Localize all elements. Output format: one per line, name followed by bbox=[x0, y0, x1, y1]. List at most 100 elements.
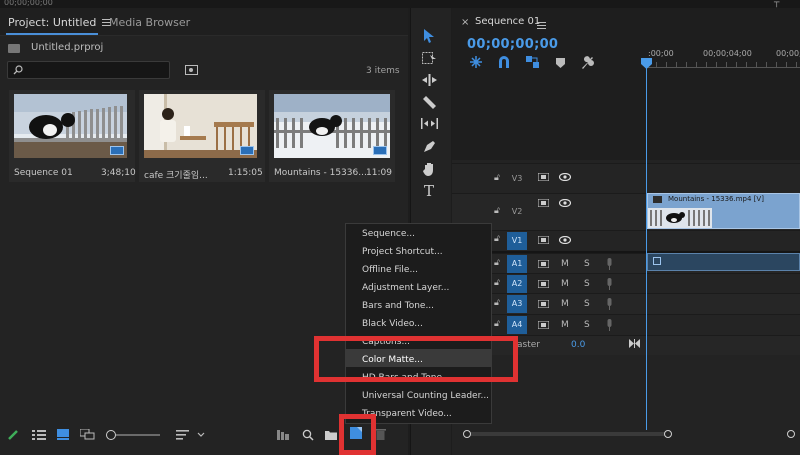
solo-button[interactable]: S bbox=[584, 299, 590, 309]
audio-clip[interactable] bbox=[647, 253, 800, 271]
pencil-icon[interactable] bbox=[8, 429, 19, 440]
microphone-icon[interactable] bbox=[606, 278, 613, 290]
lock-icon[interactable]: 🔓︎ bbox=[494, 319, 500, 329]
playhead-timecode[interactable]: 00;00;00;00 bbox=[467, 37, 558, 52]
slip-tool-icon[interactable] bbox=[421, 118, 438, 129]
track-label-a2[interactable]: A2 bbox=[507, 275, 527, 293]
project-item-sequence[interactable]: Sequence 01 3;48;10 bbox=[9, 90, 136, 182]
menu-item-universal-counting-leader[interactable]: Universal Counting Leader... bbox=[362, 391, 489, 401]
project-item-name: Sequence 01 bbox=[14, 168, 73, 178]
trash-icon[interactable] bbox=[375, 428, 386, 440]
video-clip[interactable]: Mountains - 15336.mp4 [V] bbox=[647, 193, 800, 229]
hand-tool-icon[interactable] bbox=[423, 162, 436, 176]
sync-lock-icon[interactable] bbox=[538, 260, 549, 268]
thumbnail-image bbox=[144, 94, 257, 158]
project-item-duration: 3;48;10 bbox=[101, 168, 136, 178]
mute-button[interactable]: M bbox=[561, 299, 569, 309]
snap-icon[interactable] bbox=[498, 56, 510, 68]
icon-view-icon[interactable] bbox=[57, 429, 69, 440]
timeline-scrollbar[interactable] bbox=[467, 432, 668, 436]
scrollbar-left-handle[interactable] bbox=[463, 430, 471, 438]
track-label-v1[interactable]: V1 bbox=[507, 232, 527, 250]
sync-lock-icon[interactable] bbox=[538, 236, 549, 244]
sync-lock-icon[interactable] bbox=[538, 199, 549, 207]
menu-item-project-shortcut[interactable]: Project Shortcut... bbox=[362, 247, 443, 257]
find-icon[interactable] bbox=[302, 429, 314, 441]
lock-icon[interactable]: 🔓︎ bbox=[494, 258, 500, 268]
timeline-menu-icon[interactable] bbox=[537, 22, 546, 29]
track-label-a1[interactable]: A1 bbox=[507, 255, 527, 273]
eye-icon[interactable] bbox=[559, 173, 571, 181]
razor-tool-icon[interactable] bbox=[423, 96, 436, 109]
tab-sequence[interactable]: Sequence 01 bbox=[475, 16, 540, 27]
lock-icon[interactable]: 🔓︎ bbox=[494, 206, 500, 216]
sync-lock-icon[interactable] bbox=[538, 321, 549, 329]
add-marker-icon[interactable] bbox=[556, 58, 565, 68]
track-row-a2[interactable]: 🔓︎ A2 M S bbox=[452, 273, 800, 293]
track-row-a3[interactable]: 🔓︎ A3 M S bbox=[452, 293, 800, 314]
sync-lock-icon[interactable] bbox=[538, 173, 549, 181]
timeline-header bbox=[452, 8, 800, 160]
track-select-tool-icon[interactable] bbox=[422, 52, 437, 64]
linked-selection-icon[interactable] bbox=[526, 56, 539, 68]
microphone-icon[interactable] bbox=[606, 298, 613, 310]
chevron-down-icon[interactable] bbox=[197, 432, 205, 437]
sort-icon[interactable] bbox=[176, 430, 189, 440]
time-ruler[interactable] bbox=[646, 62, 800, 68]
microphone-icon[interactable] bbox=[606, 319, 613, 331]
solo-button[interactable]: S bbox=[584, 259, 590, 269]
new-search-bin-icon[interactable] bbox=[185, 64, 198, 75]
lock-icon[interactable]: 🔓︎ bbox=[494, 298, 500, 308]
nest-toggle-icon[interactable] bbox=[470, 56, 482, 68]
menu-item-black-video[interactable]: Black Video... bbox=[362, 319, 423, 329]
track-label-a3[interactable]: A3 bbox=[507, 295, 527, 313]
type-tool-icon[interactable]: T bbox=[424, 182, 434, 200]
track-label-a4[interactable]: A4 bbox=[507, 316, 527, 334]
lock-icon[interactable]: 🔓︎ bbox=[494, 278, 500, 288]
top-timecode-strip: 00;00;00;00 bbox=[0, 0, 800, 8]
tab-project[interactable]: Project: Untitled bbox=[8, 16, 112, 29]
mute-button[interactable]: M bbox=[561, 259, 569, 269]
solo-button[interactable]: S bbox=[584, 320, 590, 330]
automate-to-sequence-icon[interactable] bbox=[277, 430, 290, 440]
sync-lock-icon[interactable] bbox=[538, 300, 549, 308]
master-volume-value[interactable]: 0.0 bbox=[571, 340, 585, 350]
pen-tool-icon[interactable] bbox=[423, 140, 436, 153]
selection-tool-icon[interactable] bbox=[423, 29, 435, 43]
project-search-input[interactable] bbox=[7, 61, 170, 79]
zoom-slider-knob[interactable] bbox=[106, 430, 116, 440]
ripple-edit-tool-icon[interactable] bbox=[422, 74, 437, 86]
microphone-icon[interactable] bbox=[606, 258, 613, 270]
tab-media-browser[interactable]: Media Browser bbox=[109, 16, 190, 29]
list-view-icon[interactable] bbox=[32, 430, 46, 440]
eye-icon[interactable] bbox=[559, 199, 571, 207]
wrench-icon[interactable] bbox=[581, 56, 594, 69]
mute-button[interactable]: M bbox=[561, 320, 569, 330]
menu-item-offline-file[interactable]: Offline File... bbox=[362, 265, 418, 275]
mute-button[interactable]: M bbox=[561, 279, 569, 289]
track-label-v3[interactable]: V3 bbox=[507, 170, 527, 188]
lock-icon[interactable]: 🔓︎ bbox=[494, 173, 500, 183]
track-row-v1[interactable]: 🔓︎ V1 bbox=[452, 230, 800, 250]
project-item-cafe[interactable]: cafe 크기줄임... 1:15:05 bbox=[139, 90, 265, 182]
solo-button[interactable]: S bbox=[584, 279, 590, 289]
menu-item-adjustment-layer[interactable]: Adjustment Layer... bbox=[362, 283, 449, 293]
vertical-zoom-handle[interactable] bbox=[787, 430, 795, 438]
zoom-slider-track[interactable] bbox=[116, 434, 160, 436]
menu-item-sequence[interactable]: Sequence... bbox=[362, 229, 415, 239]
menu-item-bars-and-tone[interactable]: Bars and Tone... bbox=[362, 301, 434, 311]
lock-icon[interactable]: 🔓︎ bbox=[494, 234, 500, 244]
track-row-v3[interactable]: 🔓︎ V3 bbox=[452, 163, 800, 193]
playhead-line[interactable] bbox=[646, 62, 647, 430]
go-to-edit-icon[interactable] bbox=[629, 339, 640, 348]
project-item-mountains[interactable]: Mountains - 15336... 11:09 bbox=[269, 90, 395, 182]
scrollbar-right-handle[interactable] bbox=[664, 430, 672, 438]
top-right-icon[interactable]: ┬ bbox=[774, 0, 779, 8]
eye-icon[interactable] bbox=[559, 236, 571, 244]
track-row-a4[interactable]: 🔓︎ A4 M S bbox=[452, 314, 800, 335]
close-tab-icon[interactable]: × bbox=[461, 17, 469, 28]
new-bin-icon[interactable] bbox=[325, 430, 337, 440]
track-label-v2[interactable]: V2 bbox=[507, 203, 527, 221]
freeform-view-icon[interactable] bbox=[80, 429, 95, 440]
sync-lock-icon[interactable] bbox=[538, 280, 549, 288]
